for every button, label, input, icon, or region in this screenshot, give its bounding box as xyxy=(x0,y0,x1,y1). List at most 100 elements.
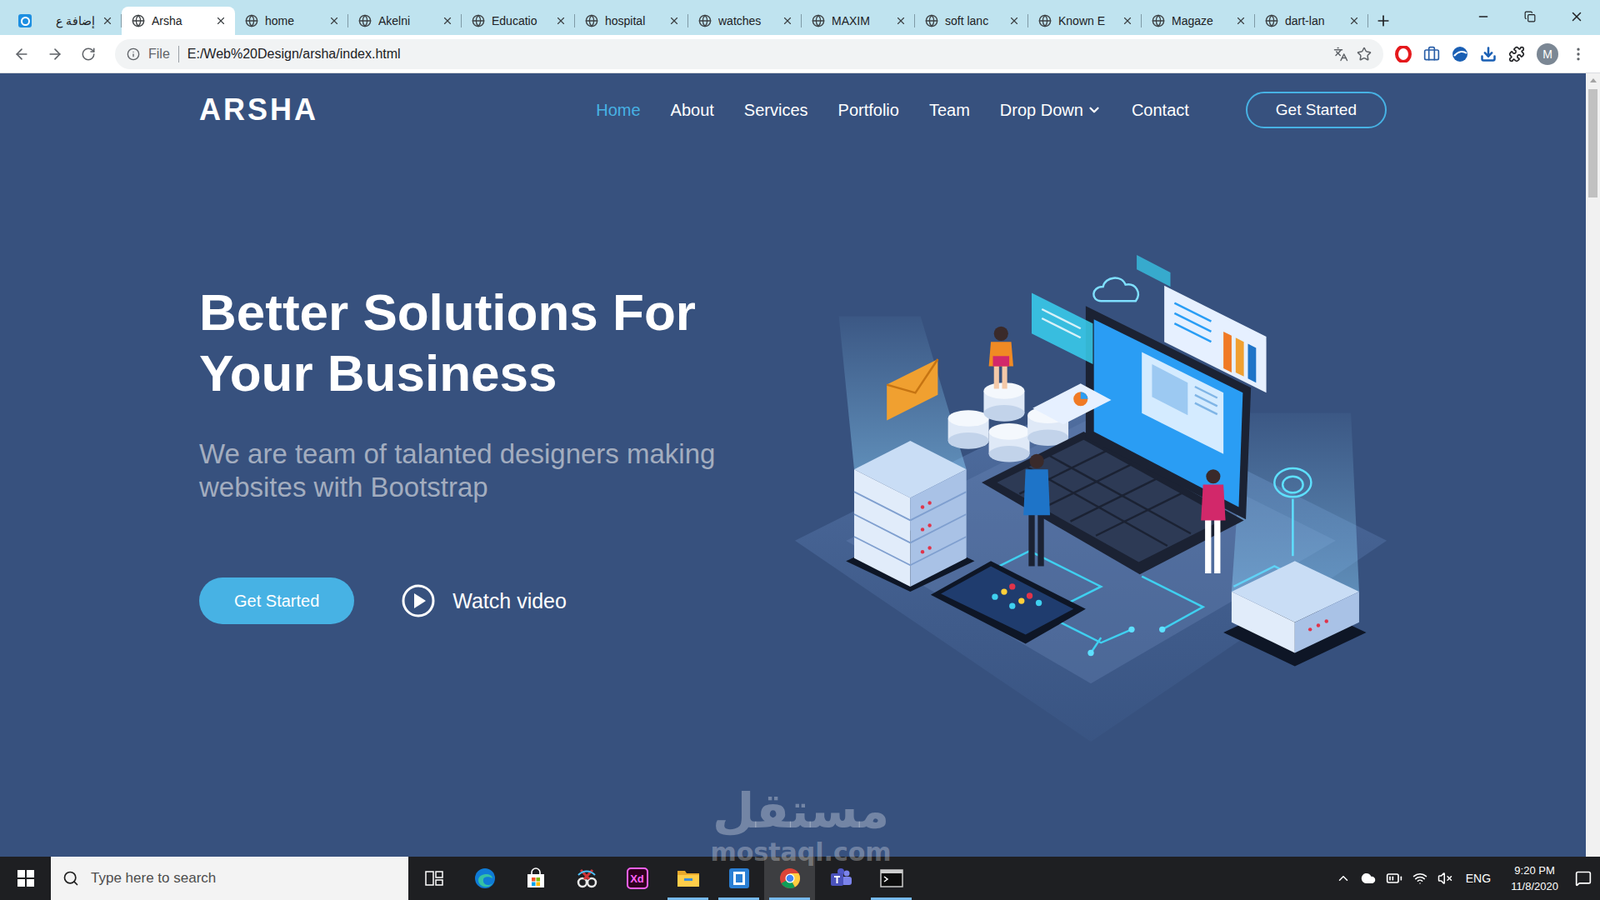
bookmark-button[interactable] xyxy=(1356,46,1372,62)
battery-icon[interactable] xyxy=(1385,870,1403,887)
close-icon xyxy=(1569,9,1585,25)
app-icon xyxy=(728,867,750,890)
close-window-button[interactable] xyxy=(1553,0,1600,34)
close-tab-icon[interactable] xyxy=(781,15,794,27)
hero-subtitle: We are team of talanted designers making… xyxy=(199,437,775,505)
nav-link[interactable]: Contact xyxy=(1131,100,1190,120)
wifi-icon[interactable] xyxy=(1412,870,1428,886)
close-tab-icon[interactable] xyxy=(895,15,907,27)
forward-button[interactable] xyxy=(40,39,70,70)
taskbar-app[interactable] xyxy=(459,856,510,900)
site-info-button[interactable] xyxy=(126,47,140,61)
watch-video-link[interactable]: Watch video xyxy=(400,583,567,619)
briefcase-extension[interactable] xyxy=(1423,45,1440,63)
browser-tab[interactable]: MAXIM xyxy=(801,6,915,35)
taskbar-app[interactable] xyxy=(560,856,612,900)
site-logo[interactable]: ARSHA xyxy=(199,92,319,128)
chrome-icon xyxy=(778,866,802,890)
taskbar-app[interactable] xyxy=(713,856,765,900)
nav-link[interactable]: Services xyxy=(744,100,809,120)
reload-button[interactable] xyxy=(73,39,104,70)
tab-label: watches xyxy=(718,13,775,29)
tab-label: Magaze xyxy=(1171,13,1229,29)
taskbar-app[interactable] xyxy=(865,856,917,900)
nav-link[interactable]: Drop Down xyxy=(1000,100,1102,120)
taskbar-app[interactable] xyxy=(764,856,815,900)
language-indicator[interactable]: ENG xyxy=(1462,871,1495,885)
hero-illustration xyxy=(795,250,1387,742)
close-tab-icon[interactable] xyxy=(101,15,114,27)
browser-tab[interactable]: home xyxy=(235,6,349,35)
browser-tab[interactable]: إضافة ع xyxy=(8,6,122,35)
start-button[interactable] xyxy=(0,856,51,900)
tab-label: MAXIM xyxy=(831,13,889,29)
profile-avatar[interactable]: M xyxy=(1536,43,1559,65)
task-view-button[interactable] xyxy=(408,856,460,900)
site-nav: Home About Services Portfolio Team Drop Down C… xyxy=(595,100,1190,120)
scrollbar[interactable] xyxy=(1585,73,1600,857)
download-extension[interactable] xyxy=(1480,45,1497,63)
tab-label: Arsha xyxy=(151,13,209,29)
restore-button[interactable] xyxy=(1506,0,1554,34)
new-tab-button[interactable] xyxy=(1368,6,1399,35)
nav-link[interactable]: Team xyxy=(929,100,970,120)
task-view-icon xyxy=(425,870,444,887)
address-bar[interactable]: FileE:/Web%20Design/arsha/index.html xyxy=(115,39,1384,70)
close-tab-icon[interactable] xyxy=(1121,15,1134,27)
taskbar-search[interactable]: Type here to search xyxy=(50,856,409,900)
close-tab-icon[interactable] xyxy=(555,15,567,27)
hero-title: Better Solutions For Your Business xyxy=(199,281,775,404)
chevron-up-icon[interactable] xyxy=(1335,870,1351,886)
taskbar-app[interactable] xyxy=(662,856,714,900)
chevron-down-icon xyxy=(1086,102,1102,118)
back-button[interactable] xyxy=(6,39,37,70)
site-header: ARSHA Home About Services Portfolio Team Drop … xyxy=(199,73,1387,147)
browser-tab[interactable]: Magaze xyxy=(1141,6,1255,35)
nav-link[interactable]: Home xyxy=(595,100,640,120)
briefcase-icon xyxy=(1423,45,1440,63)
taskbar-app[interactable] xyxy=(815,856,866,900)
scroll-thumb[interactable] xyxy=(1588,89,1598,198)
browser-tab[interactable]: dart-lan xyxy=(1255,6,1369,35)
close-tab-icon[interactable] xyxy=(215,15,227,27)
onedrive-icon[interactable] xyxy=(1360,870,1376,886)
snip-sketch-icon xyxy=(575,866,599,890)
globe-extension[interactable] xyxy=(1451,45,1469,63)
clock[interactable]: 9:20 PM11/8/2020 xyxy=(1504,862,1565,895)
address-url[interactable]: E:/Web%20Design/arsha/index.html xyxy=(187,46,1325,62)
volume-muted-icon[interactable] xyxy=(1437,870,1453,886)
close-tab-icon[interactable] xyxy=(1235,15,1247,27)
translate-button[interactable] xyxy=(1333,46,1349,62)
tab-label: إضافة ع xyxy=(38,13,95,29)
close-tab-icon[interactable] xyxy=(668,15,680,27)
close-tab-icon[interactable] xyxy=(328,15,340,27)
taskbar-app[interactable]: Xd xyxy=(611,856,663,900)
close-tab-icon[interactable] xyxy=(441,15,454,27)
get-started-button[interactable]: Get Started xyxy=(199,577,355,625)
plus-icon xyxy=(1375,12,1392,30)
header-get-started-button[interactable]: Get Started xyxy=(1245,91,1387,129)
minimize-button[interactable] xyxy=(1460,0,1507,34)
close-tab-icon[interactable] xyxy=(1348,15,1360,27)
browser-tab[interactable]: soft lanc xyxy=(915,6,1029,35)
site-favicon-icon xyxy=(18,14,32,28)
menu-button[interactable] xyxy=(1570,45,1587,63)
taskbar-app[interactable] xyxy=(510,856,561,900)
browser-tab[interactable]: hospital xyxy=(575,6,689,35)
browser-tab[interactable]: Akelni xyxy=(348,6,462,35)
browser-tab[interactable]: Educatio xyxy=(461,6,575,35)
hero-text: Better Solutions For Your Business We are… xyxy=(199,250,795,742)
browser-tab[interactable]: Known E xyxy=(1028,6,1142,35)
extensions-button[interactable] xyxy=(1508,45,1525,63)
browser-tab[interactable]: Arsha xyxy=(121,6,235,35)
close-tab-icon[interactable] xyxy=(1008,15,1020,27)
extensions: M xyxy=(1395,43,1594,65)
browser-tab[interactable]: watches xyxy=(688,6,802,35)
opera-extension[interactable] xyxy=(1395,45,1412,63)
notification-icon[interactable] xyxy=(1575,870,1592,887)
terminal-icon xyxy=(880,868,904,889)
nav-link[interactable]: About xyxy=(670,100,715,120)
nav-link[interactable]: Portfolio xyxy=(838,100,900,120)
scroll-up-icon[interactable] xyxy=(1590,78,1597,83)
globe-icon xyxy=(585,14,599,28)
